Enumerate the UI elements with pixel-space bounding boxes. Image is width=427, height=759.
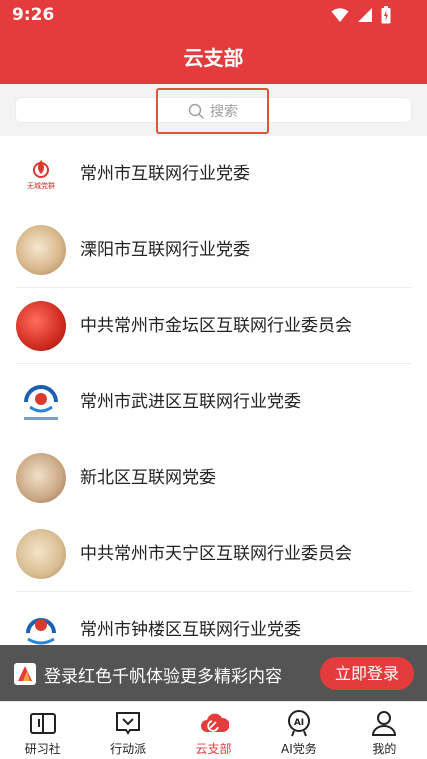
cloud-party-icon [200, 713, 229, 732]
app-logo-icon [14, 663, 36, 685]
branch-avatar [16, 225, 66, 275]
login-banner: 登录红色千帆体验更多精彩内容 立即登录 [0, 645, 427, 701]
tab-study[interactable]: 研习社 [0, 702, 85, 759]
bottom-tab-bar: 研习社 行动派 云支部 AI AI党务 我的 [0, 701, 427, 759]
page-title: 云支部 [183, 46, 244, 70]
ai-icon: AI [287, 710, 310, 737]
status-bar: 9:26 [0, 0, 427, 30]
tab-action[interactable]: 行动派 [85, 702, 170, 759]
list-item[interactable]: 无城党群 常州市互联网行业党委 [0, 136, 427, 212]
branch-name: 中共常州市金坛区互联网行业委员会 [80, 316, 352, 336]
tab-label: 行动派 [110, 742, 147, 756]
branch-name: 常州市互联网行业党委 [80, 164, 250, 184]
login-prompt: 登录红色千帆体验更多精彩内容 [44, 667, 282, 687]
search-field-content[interactable]: 搜索 [188, 101, 238, 121]
status-time: 9:26 [12, 5, 55, 25]
wifi-icon [331, 8, 349, 22]
signal-icon [358, 8, 372, 22]
tab-ai-party[interactable]: AI AI党务 [256, 702, 341, 759]
branch-avatar [16, 453, 66, 503]
list-item[interactable]: 中共常州市金坛区互联网行业委员会 [0, 288, 427, 364]
battery-icon [381, 6, 391, 24]
branch-list: 无城党群 常州市互联网行业党委 溧阳市互联网行业党委 中共常州市金坛区互联网行业… [0, 136, 427, 668]
branch-avatar [16, 301, 66, 351]
list-item[interactable]: 中共常州市天宁区互联网行业委员会 [0, 516, 427, 592]
branch-logo [16, 377, 66, 427]
search-icon [188, 103, 204, 119]
list-item[interactable]: 常州市武进区互联网行业党委 [0, 364, 427, 440]
branch-logo: 无城党群 [16, 149, 66, 199]
branch-name: 溧阳市互联网行业党委 [80, 240, 250, 260]
search-placeholder: 搜索 [210, 104, 238, 120]
branch-avatar [16, 529, 66, 579]
branch-name: 新北区互联网党委 [80, 468, 216, 488]
status-icons [331, 6, 391, 24]
app-header: 9:26 云支部 [0, 0, 427, 84]
tab-label: 研习社 [24, 742, 61, 756]
tab-profile[interactable]: 我的 [342, 702, 427, 759]
logo-text: 无城党群 [27, 181, 55, 190]
list-item[interactable]: 溧阳市互联网行业党委 [0, 212, 427, 288]
user-icon [372, 711, 397, 736]
list-item[interactable]: 新北区互联网党委 [0, 440, 427, 516]
branch-name: 中共常州市天宁区互联网行业委员会 [80, 544, 352, 564]
branch-name: 常州市武进区互联网行业党委 [80, 392, 301, 412]
svg-text:AI: AI [294, 718, 304, 728]
flag-icon [116, 712, 141, 735]
tab-cloud-branch[interactable]: 云支部 [171, 702, 256, 759]
book-icon [29, 713, 56, 734]
tab-label: 云支部 [195, 742, 232, 756]
login-button[interactable]: 立即登录 [320, 657, 414, 690]
tab-label: AI党务 [281, 742, 317, 756]
tab-label: 我的 [372, 742, 397, 756]
